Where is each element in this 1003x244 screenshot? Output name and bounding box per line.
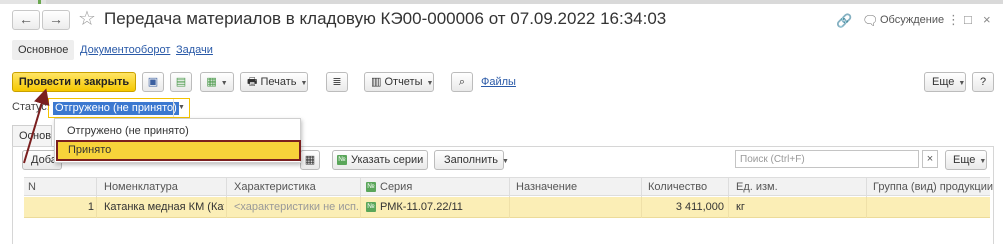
column-header[interactable]: Группа (вид) продукции (873, 181, 993, 193)
specify-series-label: Указать серии (351, 154, 424, 166)
maximize-icon[interactable]: □ (964, 12, 972, 27)
cell-quantity[interactable]: 3 411,000 (644, 201, 724, 213)
structure-button[interactable]: ≣ (326, 72, 348, 92)
column-header[interactable]: Количество (648, 181, 707, 193)
print-label: Печать (260, 76, 297, 88)
column-divider (509, 178, 510, 197)
table-icon: ▦ (304, 154, 316, 166)
tab-main-section[interactable]: Основное (12, 125, 52, 147)
arrow-left-icon: ← (19, 11, 33, 27)
cell-divider (641, 197, 642, 218)
cell-divider (360, 197, 361, 218)
status-value: Отгружено (не принято) (53, 102, 179, 115)
close-icon[interactable]: × (983, 12, 991, 27)
column-divider (866, 178, 867, 197)
table-header: N Номенклатура Характеристика № Серия Наз… (24, 177, 993, 197)
column-header[interactable]: № Серия (366, 181, 412, 193)
top-strip-marker (38, 0, 41, 4)
window-title: Передача материалов в кладовую КЭ00-0000… (104, 9, 667, 28)
cell-characteristic[interactable]: <характеристики не исп... (234, 201, 358, 213)
list-icon: ≣ (332, 76, 342, 88)
help-icon: ? (979, 76, 987, 88)
forward-button[interactable]: → (42, 10, 70, 30)
create-based-on-button[interactable]: ▦ ▼ (200, 72, 234, 92)
reports-label: Отчеты (384, 76, 423, 88)
tab-document-flow[interactable]: Документооборот (80, 44, 170, 56)
post-button[interactable]: ▤ (170, 72, 192, 92)
status-option-shipped[interactable]: Отгружено (не принято) (67, 125, 189, 137)
cell-unit[interactable]: кг (736, 201, 856, 213)
column-header[interactable]: Назначение (516, 181, 577, 193)
cell-divider (226, 197, 227, 218)
post-and-close-button[interactable]: Провести и закрыть (12, 72, 136, 92)
more-label: Еще (932, 76, 955, 88)
cell-divider (866, 197, 867, 218)
column-header-label: Серия (380, 181, 413, 193)
cell-divider (728, 197, 729, 218)
help-button[interactable]: ? (972, 72, 994, 92)
create-based-on-icon: ▦ (206, 76, 217, 88)
table-row[interactable]: 1 Катанка медная КМ (Кат... <характерист… (24, 197, 990, 218)
cell-series-value: РМК-11.07.22/11 (380, 201, 463, 213)
column-divider (96, 178, 97, 197)
report-icon: ▥ (371, 76, 382, 88)
top-strip-segment (46, 0, 1003, 4)
tab-main[interactable]: Основное (12, 40, 75, 60)
post-document-icon: ▤ (175, 76, 187, 88)
series-badge-icon: № (337, 155, 347, 166)
table-more-button[interactable]: Еще ▼ (945, 150, 987, 170)
chat-icon[interactable]: 🗨 (862, 13, 879, 29)
status-dropdown-list: Отгружено (не принято) Принято (54, 118, 301, 163)
floppy-disk-icon: ▣ (147, 76, 159, 88)
link-icon[interactable]: 🔗 (836, 13, 852, 29)
column-divider (360, 178, 361, 197)
top-strip (0, 0, 1003, 4)
chevron-down-icon[interactable]: ▼ (173, 99, 189, 117)
series-badge-icon: № (366, 182, 376, 193)
specify-series-button[interactable]: № Указать серии (332, 150, 428, 170)
search-input[interactable]: Поиск (Ctrl+F) (735, 150, 919, 168)
tab-tasks[interactable]: Задачи (176, 44, 213, 56)
cell-divider (509, 197, 510, 218)
print-button[interactable]: 🖶 Печать ▼ (240, 72, 308, 92)
status-select[interactable]: Отгружено (не принято) ▼ (48, 98, 190, 118)
back-button[interactable]: ← (12, 10, 40, 30)
cell-series[interactable]: № РМК-11.07.22/11 (366, 201, 506, 213)
status-option-accepted[interactable]: Принято (56, 140, 301, 161)
fill-button[interactable]: Заполнить ▼ (434, 150, 509, 170)
attach-button[interactable]: ⌕ (451, 72, 473, 92)
table-settings-button[interactable]: ▦ (300, 150, 320, 170)
status-label: Статус: (12, 101, 50, 113)
save-button[interactable]: ▣ (142, 72, 164, 92)
table-more-label: Еще (953, 154, 976, 166)
printer-icon: 🖶 (247, 76, 258, 88)
paperclip-icon: ⌕ (458, 76, 466, 88)
column-header[interactable]: N (28, 181, 36, 193)
column-divider (226, 178, 227, 197)
files-link[interactable]: Файлы (481, 76, 516, 88)
clear-search-icon[interactable]: × (922, 150, 938, 168)
menu-dots-icon[interactable]: ⋮ (947, 12, 960, 28)
column-divider (728, 178, 729, 197)
column-divider (641, 178, 642, 197)
column-header[interactable]: Характеристика (234, 181, 316, 193)
column-header[interactable]: Ед. изм. (736, 181, 778, 193)
cell-divider (96, 197, 97, 218)
column-header[interactable]: Номенклатура (104, 181, 178, 193)
discussion-link[interactable]: Обсуждение (880, 14, 944, 26)
reports-button[interactable]: ▥ Отчеты ▼ (364, 72, 434, 92)
row-number: 1 (87, 201, 94, 213)
cell-nomenclature[interactable]: Катанка медная КМ (Кат... (104, 201, 224, 213)
arrow-right-icon: → (49, 11, 63, 27)
more-button[interactable]: Еще ▼ (924, 72, 966, 92)
favorite-star-icon[interactable]: ☆ (78, 7, 96, 31)
fill-label: Заполнить (444, 154, 499, 166)
series-badge-icon: № (366, 202, 376, 213)
